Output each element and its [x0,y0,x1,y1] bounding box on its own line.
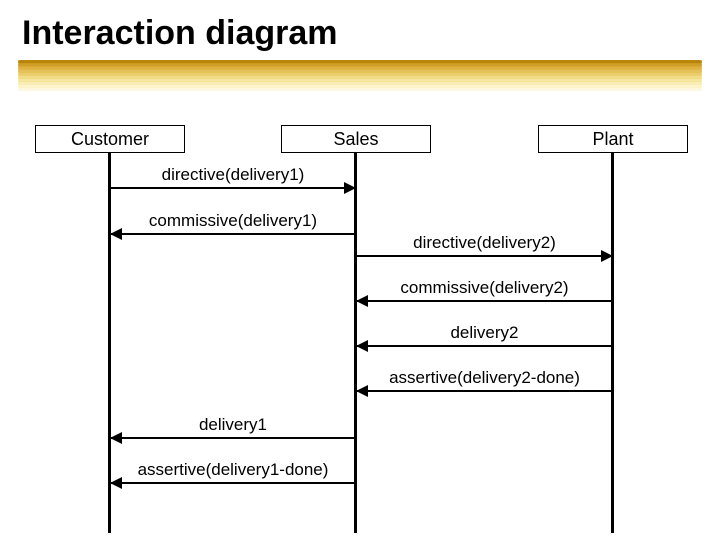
arrow-left-icon [356,385,368,397]
message-delivery2: delivery2 [357,324,612,348]
arrow-left-icon [110,477,122,489]
message-directive-delivery1: directive(delivery1) [111,166,355,190]
arrow-right-icon [601,250,613,262]
message-label: commissive(delivery2) [357,278,612,298]
title-underline [18,60,702,94]
participant-label: Sales [333,129,378,149]
message-label: delivery2 [357,323,612,343]
arrow-right-icon [344,182,356,194]
message-label: commissive(delivery1) [111,211,355,231]
participant-label: Plant [592,129,633,149]
message-label: directive(delivery1) [111,165,355,185]
participant-label: Customer [71,129,149,149]
message-label: assertive(delivery2-done) [357,368,612,388]
message-directive-delivery2: directive(delivery2) [357,234,612,258]
message-label: assertive(delivery1-done) [111,460,355,480]
arrow-left-icon [110,432,122,444]
message-delivery1: delivery1 [111,416,355,440]
message-assertive-delivery1-done: assertive(delivery1-done) [111,461,355,485]
message-label: directive(delivery2) [357,233,612,253]
arrow-left-icon [110,228,122,240]
message-commissive-delivery2: commissive(delivery2) [357,279,612,303]
message-assertive-delivery2-done: assertive(delivery2-done) [357,369,612,393]
message-label: delivery1 [111,415,355,435]
page-title: Interaction diagram [22,14,338,53]
participant-customer: Customer [35,125,185,153]
participant-sales: Sales [281,125,431,153]
arrow-left-icon [356,295,368,307]
participant-plant: Plant [538,125,688,153]
arrow-left-icon [356,340,368,352]
message-commissive-delivery1: commissive(delivery1) [111,212,355,236]
